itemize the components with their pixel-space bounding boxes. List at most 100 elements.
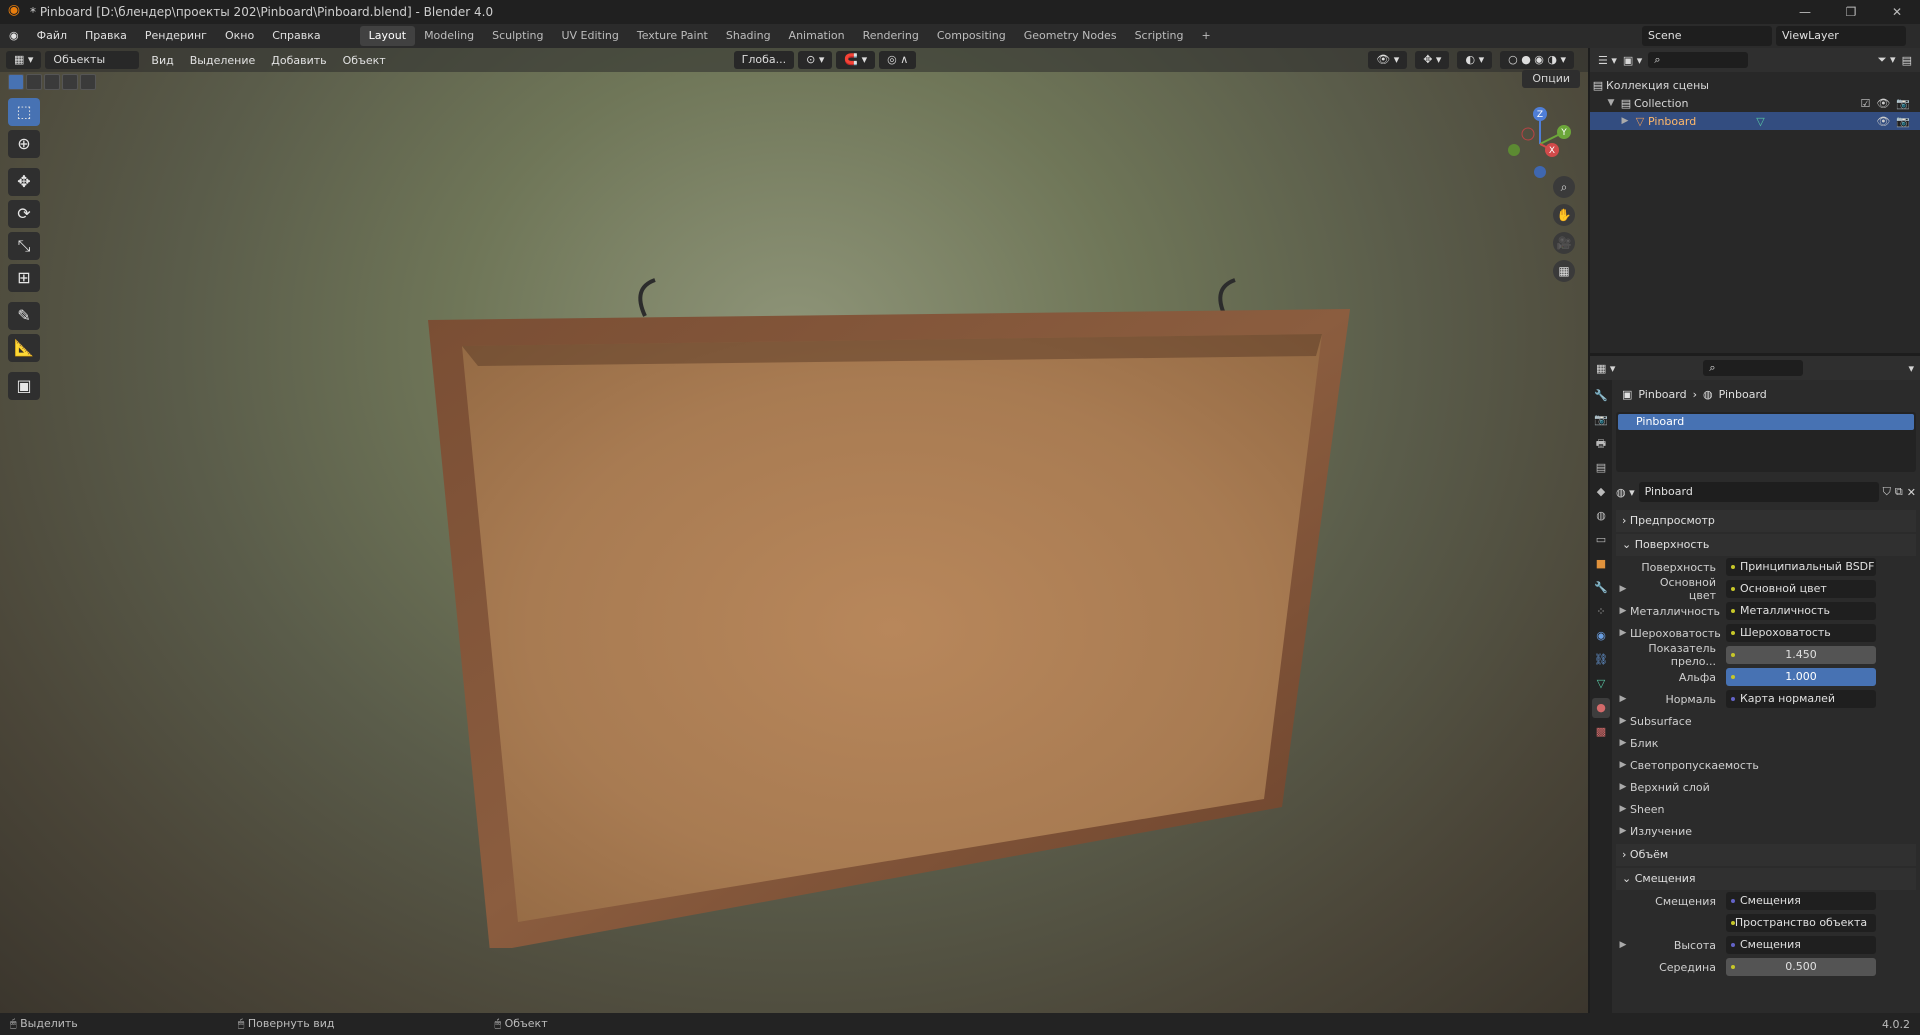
collection-tab-icon[interactable]: ▭ <box>1592 530 1610 550</box>
blender-menu-icon[interactable]: ◉ <box>0 24 28 48</box>
surface-shader-field[interactable]: Принципиальный BSDF <box>1726 558 1876 576</box>
overlay-icon[interactable]: ◐ ▾ <box>1457 51 1493 69</box>
material-name-field[interactable]: Pinboard <box>1638 482 1879 502</box>
close-button[interactable]: ✕ <box>1874 0 1920 24</box>
normal-field[interactable]: Карта нормалей <box>1726 690 1876 708</box>
world-tab-icon[interactable]: ◍ <box>1592 506 1610 526</box>
options-button[interactable]: Опции <box>1522 70 1580 88</box>
select-subtract-icon[interactable] <box>44 74 60 90</box>
move-icon[interactable]: ✥ <box>8 168 40 196</box>
maximize-button[interactable]: ❐ <box>1828 0 1874 24</box>
chevron-down-icon[interactable]: ▾ <box>1908 362 1914 375</box>
orientation-dropdown[interactable]: Глоба... <box>733 51 795 69</box>
eye-icon[interactable]: 👁 <box>1876 115 1890 128</box>
tab-uv-editing[interactable]: UV Editing <box>552 26 627 46</box>
select-box-icon[interactable]: ⬚ <box>8 98 40 126</box>
editor-type-dropdown[interactable]: ▦ ▾ <box>6 51 42 69</box>
select-invert-icon[interactable] <box>62 74 78 90</box>
navigation-gizmo[interactable]: Z Y X <box>1500 104 1580 184</box>
tab-rendering[interactable]: Rendering <box>854 26 928 46</box>
tool-tab-icon[interactable]: 🔧 <box>1592 386 1610 406</box>
object-row-pinboard[interactable]: ▶ ▽ Pinboard ▽ 👁 📷 <box>1590 112 1920 130</box>
expand-triangle-icon[interactable]: ▶ <box>1618 116 1632 126</box>
ortho-grid-icon[interactable]: ▦ <box>1553 260 1575 282</box>
outliner-editor-icon[interactable]: ☰ ▾ <box>1598 54 1617 67</box>
render-tab-icon[interactable]: 📷 <box>1592 410 1610 430</box>
menu-help[interactable]: Справка <box>263 24 329 48</box>
ior-field[interactable]: 1.450 <box>1726 646 1876 664</box>
pan-hand-icon[interactable]: ✋ <box>1553 204 1575 226</box>
scene-selector[interactable]: Scene <box>1642 26 1772 46</box>
material-slot[interactable]: Pinboard <box>1618 414 1914 430</box>
material-browse-icon[interactable]: ◍ ▾ <box>1616 486 1635 499</box>
menu-add[interactable]: Добавить <box>263 54 334 67</box>
tab-modeling[interactable]: Modeling <box>415 26 483 46</box>
base-color-field[interactable]: Основной цвет <box>1726 580 1876 598</box>
unlink-icon[interactable]: ✕ <box>1907 486 1916 499</box>
annotate-icon[interactable]: ✎ <box>8 302 40 330</box>
particles-tab-icon[interactable]: ⁘ <box>1592 602 1610 622</box>
camera-icon[interactable]: 📷 <box>1896 97 1910 110</box>
tab-scripting[interactable]: Scripting <box>1126 26 1193 46</box>
collection-row[interactable]: ▼ ▤ Collection ☑ 👁 📷 <box>1590 94 1920 112</box>
tab-sculpting[interactable]: Sculpting <box>483 26 552 46</box>
scene-tab-icon[interactable]: ◆ <box>1592 482 1610 502</box>
checkbox-icon[interactable]: ☑ <box>1860 97 1870 110</box>
menu-select[interactable]: Выделение <box>182 54 264 67</box>
subpanel-sheen[interactable]: ▶ Sheen <box>1616 798 1916 820</box>
constraints-tab-icon[interactable]: ⛓ <box>1592 650 1610 670</box>
material-tab-icon[interactable]: ● <box>1592 698 1610 718</box>
section-displacement[interactable]: ⌄ Смещения <box>1616 868 1916 890</box>
duplicate-icon[interactable]: ⧉ <box>1895 485 1903 499</box>
select-new-icon[interactable] <box>8 74 24 90</box>
texture-tab-icon[interactable]: ▩ <box>1592 722 1610 742</box>
tab-compositing[interactable]: Compositing <box>928 26 1015 46</box>
select-extend-icon[interactable] <box>26 74 42 90</box>
minimize-button[interactable]: — <box>1782 0 1828 24</box>
midlevel-field[interactable]: 0.500 <box>1726 958 1876 976</box>
add-cube-icon[interactable]: ▣ <box>8 372 40 400</box>
scale-icon[interactable]: ⤡ <box>8 232 40 260</box>
object-tab-icon[interactable]: ■ <box>1592 554 1610 574</box>
menu-render[interactable]: Рендеринг <box>136 24 216 48</box>
visibility-icon[interactable]: 👁 ▾ <box>1368 51 1408 69</box>
add-workspace-button[interactable]: + <box>1192 26 1219 46</box>
height-field[interactable]: Смещения <box>1726 936 1876 954</box>
section-preview[interactable]: › Предпросмотр <box>1616 510 1916 532</box>
metallic-field[interactable]: Металличность <box>1726 602 1876 620</box>
gizmo-toggle-icon[interactable]: ✥ ▾ <box>1415 51 1450 69</box>
section-surface[interactable]: ⌄ Поверхность <box>1616 534 1916 556</box>
outliner-search-input[interactable]: ⌕ <box>1648 52 1749 68</box>
physics-tab-icon[interactable]: ◉ <box>1592 626 1610 646</box>
select-intersect-icon[interactable] <box>80 74 96 90</box>
alpha-field[interactable]: 1.000 <box>1726 668 1876 686</box>
mode-dropdown[interactable]: Объекты <box>45 51 140 69</box>
snap-icon[interactable]: 🧲 ▾ <box>836 51 876 69</box>
eye-icon[interactable]: 👁 <box>1876 97 1890 110</box>
transform-icon[interactable]: ⊞ <box>8 264 40 292</box>
properties-search-input[interactable]: ⌕ <box>1703 360 1804 376</box>
rotate-icon[interactable]: ⟳ <box>8 200 40 228</box>
fake-user-icon[interactable]: ⛉ <box>1883 485 1891 499</box>
pivot-icon[interactable]: ⊙ ▾ <box>798 51 833 69</box>
proportional-edit-icon[interactable]: ◎ ∧ <box>879 51 917 69</box>
space-dropdown[interactable]: Пространство объекта <box>1726 914 1876 932</box>
camera-icon[interactable]: 📷 <box>1896 115 1910 128</box>
zoom-icon[interactable]: ⌕ <box>1553 176 1575 198</box>
subpanel-coat[interactable]: ▶ Верхний слой <box>1616 776 1916 798</box>
tab-shading[interactable]: Shading <box>717 26 780 46</box>
scene-collection-row[interactable]: ▤ Коллекция сцены <box>1590 76 1920 94</box>
section-volume[interactable]: › Объём <box>1616 844 1916 866</box>
menu-edit[interactable]: Правка <box>76 24 136 48</box>
menu-file[interactable]: Файл <box>28 24 76 48</box>
roughness-field[interactable]: Шероховатость <box>1726 624 1876 642</box>
tab-texture-paint[interactable]: Texture Paint <box>628 26 717 46</box>
measure-icon[interactable]: 📐 <box>8 334 40 362</box>
view-layer-selector[interactable]: ViewLayer <box>1776 26 1906 46</box>
subpanel-specular[interactable]: ▶ Блик <box>1616 732 1916 754</box>
expand-triangle-icon[interactable]: ▼ <box>1604 98 1618 108</box>
displacement-field[interactable]: Смещения <box>1726 892 1876 910</box>
data-tab-icon[interactable]: ▽ <box>1592 674 1610 694</box>
tab-layout[interactable]: Layout <box>359 26 416 46</box>
tab-geometry-nodes[interactable]: Geometry Nodes <box>1015 26 1126 46</box>
